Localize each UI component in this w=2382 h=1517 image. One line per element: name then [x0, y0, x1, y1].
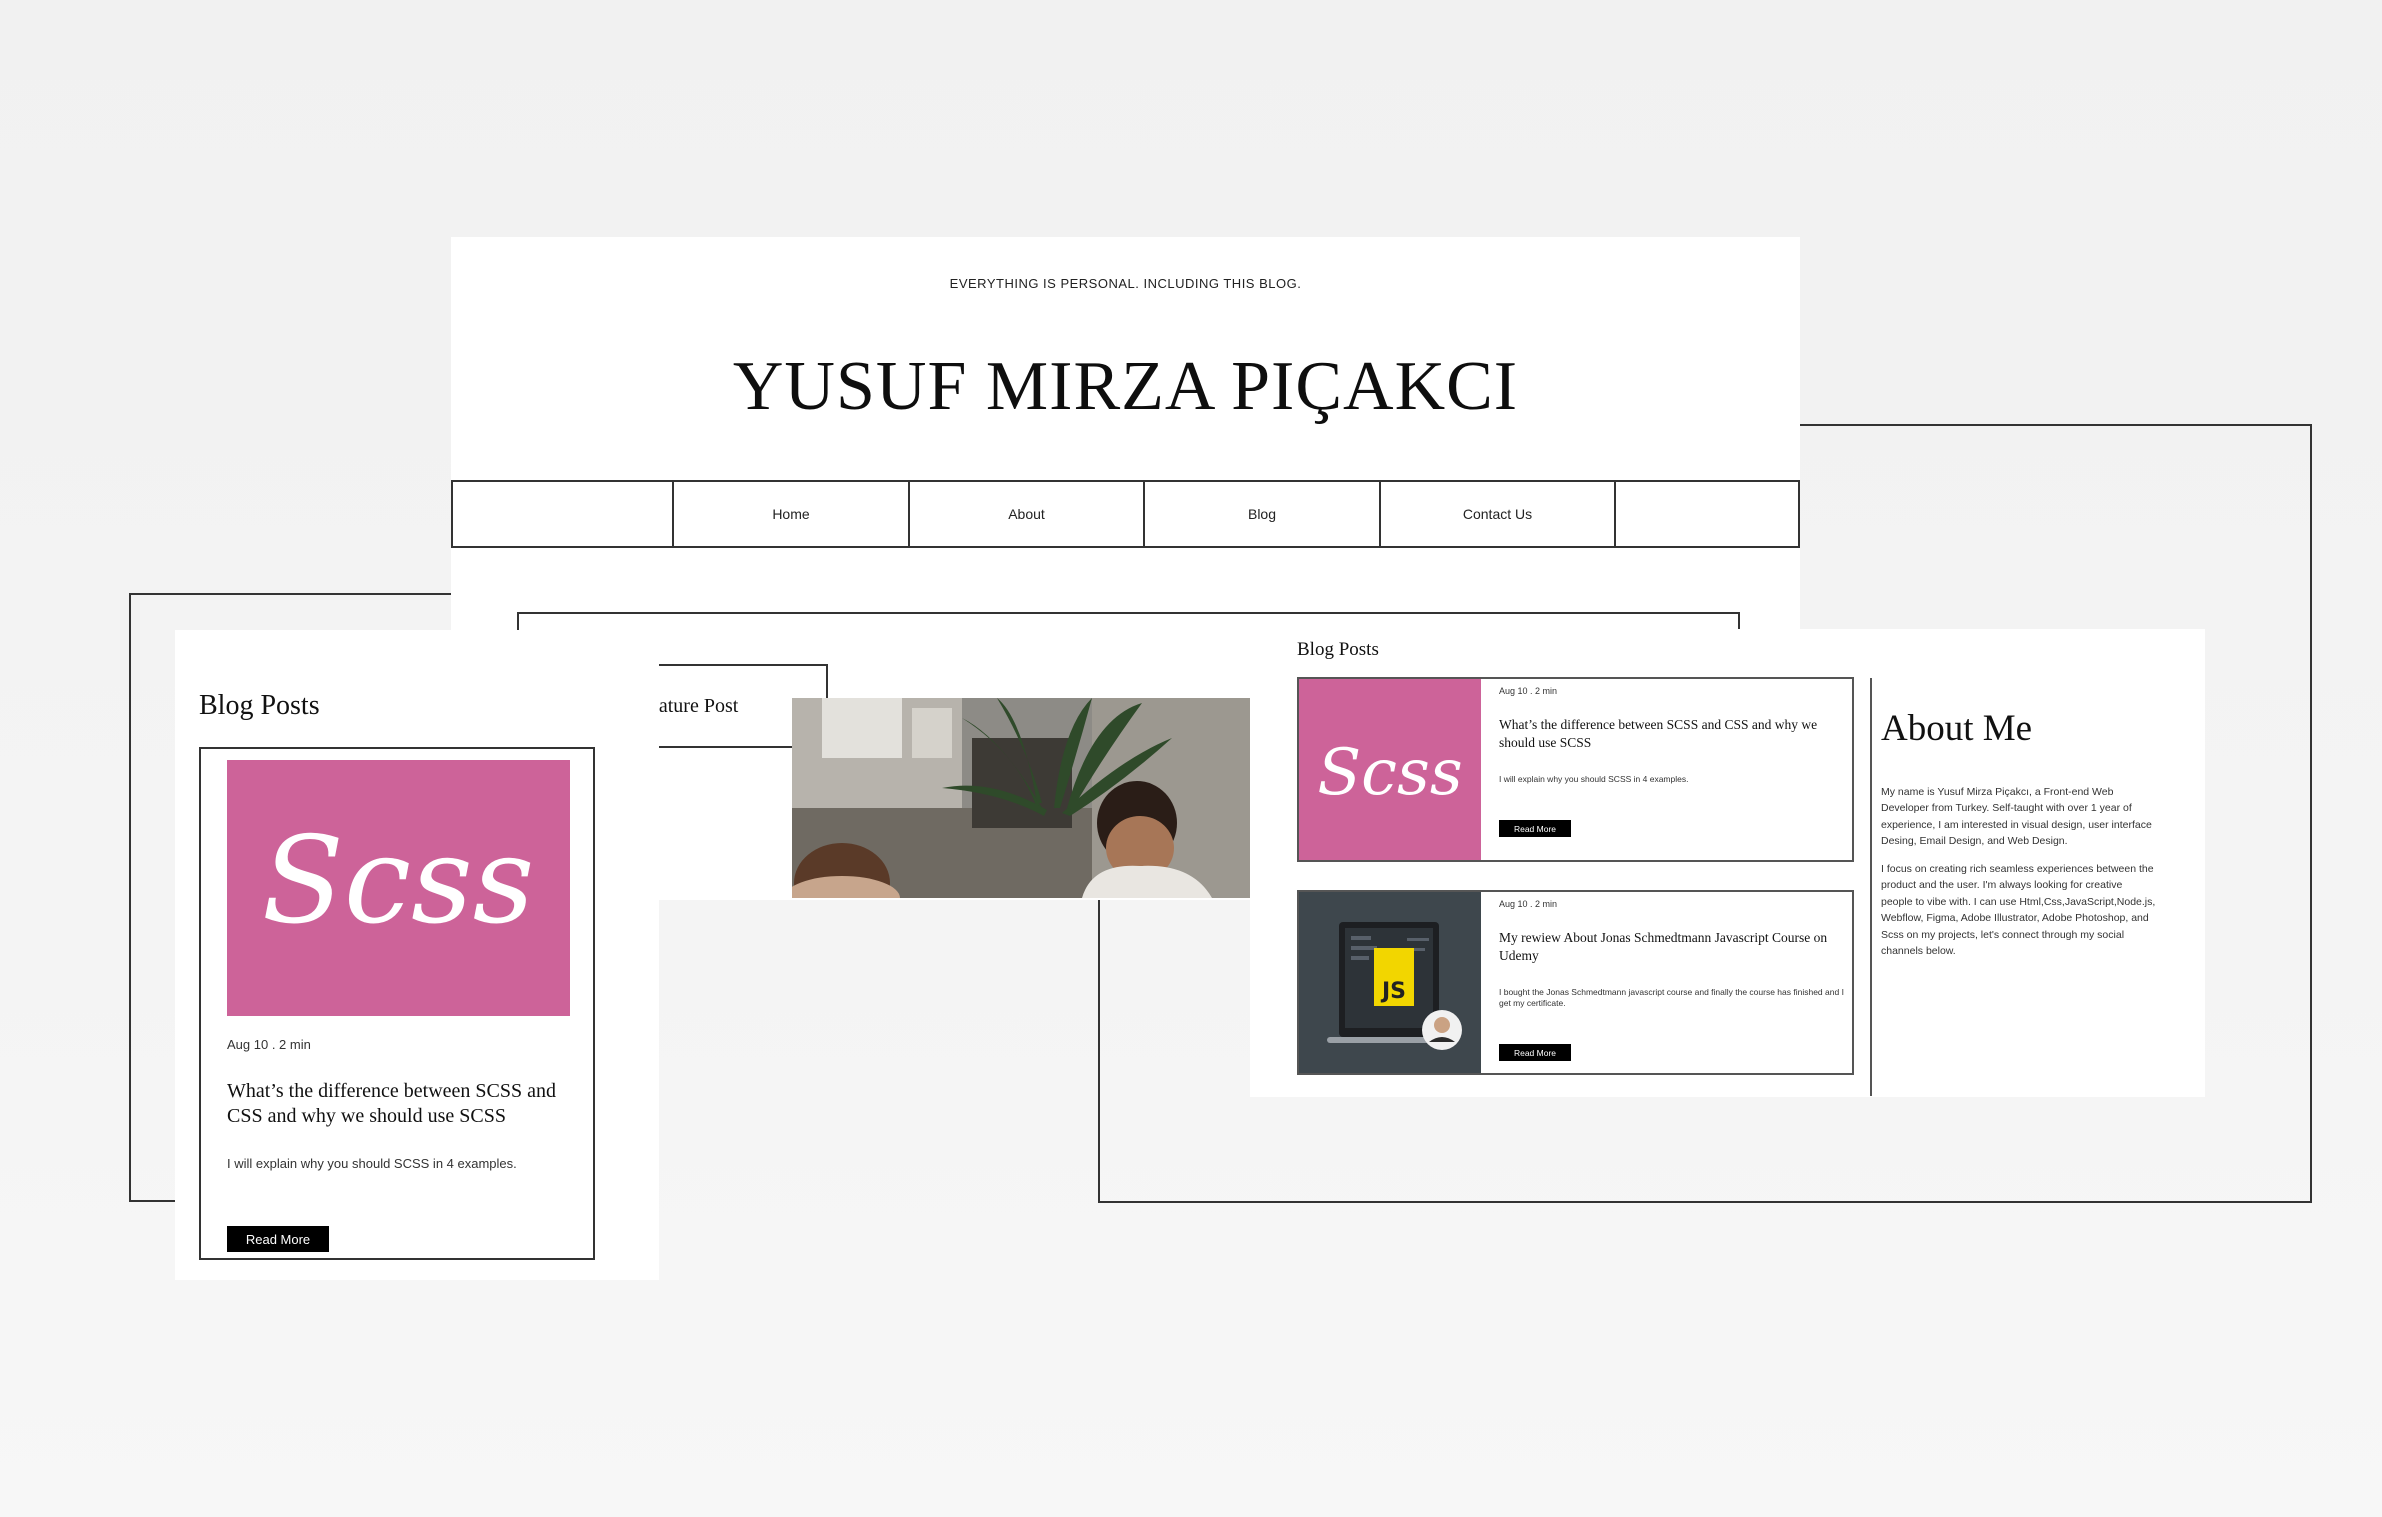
post-title[interactable]: My rewiew About Jonas Schmedtmann Javasc…: [1499, 929, 1844, 965]
site-tagline: EVERYTHING IS PERSONAL. INCLUDING THIS B…: [949, 276, 1302, 291]
post-list-item[interactable]: Scss Aug 10 . 2 min What’s the differenc…: [1297, 677, 1854, 862]
about-paragraph: I focus on creating rich seamless experi…: [1881, 863, 2156, 958]
scss-logo-icon: Scss: [262, 812, 535, 951]
site-title: YUSUF MIRZA PIÇAKCI: [732, 348, 1519, 425]
featured-photo-graphic: [792, 698, 1250, 898]
post-list-item[interactable]: JS Aug 10 . 2 min My rewiew About Jonas …: [1297, 890, 1854, 1075]
featured-post-image[interactable]: [792, 698, 1250, 898]
js-logo-icon: JS: [1299, 892, 1481, 1073]
scss-logo-text: Scss: [262, 812, 535, 951]
read-more-button[interactable]: Read More: [1499, 1044, 1571, 1061]
post-excerpt: I will explain why you should SCSS in 4 …: [227, 1156, 517, 1171]
post-meta: Aug 10 . 2 min: [227, 1037, 311, 1052]
post-meta: Aug 10 . 2 min: [1499, 899, 1558, 909]
post-title[interactable]: What’s the difference between SCSS and C…: [227, 1079, 577, 1129]
about-me-heading: About Me: [1881, 708, 2033, 749]
nav-spacer-right: [1614, 482, 1798, 546]
featured-post-label-text: eature Post: [656, 694, 739, 717]
blog-list-panel: Blog Posts Scss Aug 10 . 2 min What’s th…: [1250, 629, 2205, 1097]
nav-spacer-left: [453, 482, 672, 546]
post-thumbnail[interactable]: Scss: [1299, 679, 1481, 860]
post-excerpt: I bought the Jonas Schmedtmann javascrip…: [1499, 987, 1844, 1008]
blog-posts-heading: Blog Posts: [1297, 639, 1379, 660]
post-meta: Aug 10 . 2 min: [1499, 686, 1558, 696]
blog-post-card[interactable]: Scss Aug 10 . 2 min What’s the differenc…: [199, 747, 595, 1260]
scss-logo-text: Scss: [1317, 736, 1462, 810]
blog-posts-heading: Blog Posts: [199, 690, 320, 721]
read-more-button[interactable]: Read More: [1499, 820, 1571, 837]
main-nav: Home About Blog Contact Us: [451, 480, 1800, 548]
nav-item-home[interactable]: Home: [672, 482, 908, 546]
post-excerpt: I will explain why you should SCSS in 4 …: [1499, 774, 1689, 784]
blog-card-panel: Blog Posts Scss Aug 10 . 2 min What’s th…: [175, 630, 659, 1280]
nav-item-blog[interactable]: Blog: [1143, 482, 1379, 546]
read-more-button[interactable]: Read More: [227, 1226, 329, 1252]
scss-logo-icon: Scss: [1317, 736, 1462, 810]
column-divider: [1870, 678, 1872, 1096]
post-thumbnail[interactable]: JS: [1299, 892, 1481, 1073]
nav-item-about[interactable]: About: [908, 482, 1143, 546]
nav-item-contact[interactable]: Contact Us: [1379, 482, 1614, 546]
about-paragraph: My name is Yusuf Mirza Piçakcı, a Front-…: [1881, 786, 2152, 848]
post-title[interactable]: What’s the difference between SCSS and C…: [1499, 716, 1844, 752]
post-thumbnail[interactable]: Scss: [227, 760, 570, 1016]
js-logo-text: JS: [1380, 979, 1406, 1004]
